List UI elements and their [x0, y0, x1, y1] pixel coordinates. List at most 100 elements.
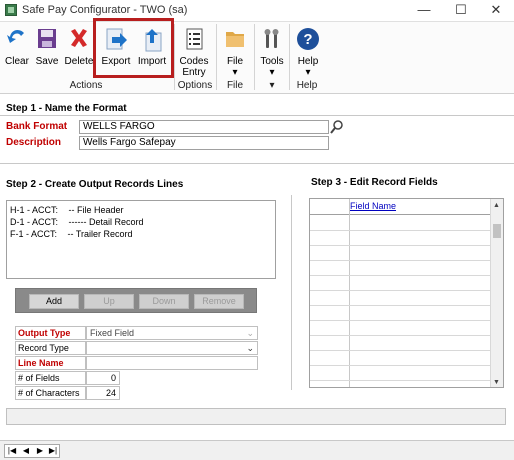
output-type-label: Output Type — [15, 326, 86, 340]
ribbon-toolbar: Clear Save Delete Export Import Codes En… — [0, 22, 514, 94]
line-name-label: Line Name — [15, 356, 86, 370]
title-bar: Safe Pay Configurator - TWO (sa) — ☐ ✕ — [0, 0, 514, 22]
help-menu-button[interactable]: ? Help ▾ — [293, 24, 323, 78]
app-icon — [5, 4, 17, 16]
scroll-down-icon[interactable]: ▼ — [493, 379, 500, 386]
main-panel: Step 1 - Name the Format Bank Format WEL… — [0, 95, 514, 435]
first-record-icon[interactable]: |◀ — [5, 445, 19, 457]
table-row[interactable] — [310, 275, 491, 276]
chevron-down-icon: ⌄ — [246, 328, 254, 338]
save-icon — [38, 29, 56, 48]
output-type-select[interactable]: Fixed Field ⌄ — [86, 326, 258, 340]
scroll-thumb[interactable] — [493, 224, 501, 238]
minimize-button[interactable]: — — [406, 0, 442, 22]
entry-label: Entry — [182, 67, 206, 78]
clear-icon — [7, 29, 24, 43]
field-name-column-header[interactable]: Field Name — [350, 201, 396, 211]
delete-button[interactable]: Delete — [64, 24, 94, 72]
column-divider — [349, 199, 350, 387]
file-group-label: File — [226, 80, 244, 91]
file-menu-button[interactable]: File ▾ — [220, 24, 250, 78]
tools-icon — [264, 29, 279, 48]
bank-format-field[interactable]: WELLS FARGO — [79, 120, 329, 134]
file-label: File — [226, 56, 244, 67]
table-row[interactable] — [310, 260, 491, 261]
record-code: D-1 - ACCT: — [10, 217, 59, 227]
codes-list-icon — [186, 28, 203, 50]
list-item[interactable]: H-1 - ACCT: -- File Header — [10, 205, 124, 215]
folder-icon — [226, 32, 244, 47]
previous-record-icon[interactable]: ◀ — [19, 445, 33, 457]
record-text: -- Trailer Record — [67, 229, 133, 239]
lookup-icon[interactable] — [330, 119, 344, 135]
bank-format-label: Bank Format — [6, 121, 68, 132]
divider — [0, 115, 514, 116]
options-group-label: Options — [177, 80, 213, 91]
num-chars-value: 24 — [86, 386, 120, 400]
svg-text:?: ? — [303, 31, 312, 48]
next-record-icon[interactable]: ▶ — [33, 445, 47, 457]
step1-heading: Step 1 - Name the Format — [6, 103, 127, 114]
highlight-box — [93, 18, 174, 78]
table-row[interactable] — [310, 320, 491, 321]
num-chars-label: # of Characters — [15, 386, 86, 400]
divider — [0, 163, 514, 164]
record-type-label: Record Type — [15, 341, 86, 355]
chevron-down-icon: ▾ — [269, 67, 275, 78]
record-buttons-strip: Add Up Down Remove — [15, 288, 257, 313]
record-code: F-1 - ACCT: — [10, 229, 58, 239]
line-name-field[interactable] — [86, 356, 258, 370]
last-record-icon[interactable]: ▶| — [46, 445, 60, 457]
record-text: -- File Header — [68, 205, 124, 215]
output-type-value: Fixed Field — [90, 328, 135, 338]
num-fields-value: 0 — [86, 371, 120, 385]
help-label: Help — [297, 56, 319, 67]
up-button[interactable]: Up — [84, 294, 134, 309]
table-row[interactable] — [310, 305, 491, 306]
clear-button[interactable]: Clear — [3, 24, 31, 72]
codes-label: Codes — [179, 56, 209, 67]
table-row[interactable] — [310, 365, 491, 366]
record-lines-list[interactable]: H-1 - ACCT: -- File Header D-1 - ACCT: -… — [6, 200, 276, 279]
vertical-scrollbar[interactable]: ▲ ▼ — [490, 199, 503, 387]
down-button[interactable]: Down — [139, 294, 189, 309]
maximize-button[interactable]: ☐ — [443, 0, 479, 22]
divider — [291, 195, 292, 390]
table-row[interactable] — [310, 380, 491, 381]
step3-heading: Step 3 - Edit Record Fields — [311, 177, 438, 188]
chevron-down-icon: ▾ — [305, 67, 311, 78]
table-row[interactable] — [310, 350, 491, 351]
table-row[interactable] — [310, 290, 491, 291]
step2-heading: Step 2 - Create Output Records Lines — [6, 179, 184, 190]
clear-label: Clear — [5, 56, 29, 67]
add-button[interactable]: Add — [29, 294, 79, 309]
record-text: ------ Detail Record — [68, 217, 144, 227]
save-button[interactable]: Save — [33, 24, 61, 72]
description-field[interactable]: Wells Fargo Safepay — [79, 136, 329, 150]
record-code: H-1 - ACCT: — [10, 205, 59, 215]
description-label: Description — [6, 137, 62, 148]
delete-icon — [71, 29, 87, 47]
table-row[interactable] — [310, 230, 491, 231]
scroll-up-icon[interactable]: ▲ — [493, 202, 500, 209]
tools-group-chevron-icon[interactable]: ▾ — [255, 80, 289, 91]
codes-entry-button[interactable]: Codes Entry — [177, 24, 211, 78]
record-type-select[interactable]: ⌄ — [86, 341, 258, 355]
record-navigation: |◀ ◀ ▶ ▶| — [4, 444, 60, 458]
chevron-down-icon: ▾ — [232, 67, 238, 78]
help-icon: ? — [297, 28, 319, 50]
table-row[interactable] — [310, 335, 491, 336]
list-item[interactable]: D-1 - ACCT: ------ Detail Record — [10, 217, 144, 227]
save-label: Save — [35, 56, 59, 67]
close-button[interactable]: ✕ — [478, 0, 514, 22]
delete-label: Delete — [64, 56, 94, 67]
tools-menu-button[interactable]: Tools ▾ — [257, 24, 287, 78]
help-group-label: Help — [296, 80, 318, 91]
remove-button[interactable]: Remove — [194, 294, 244, 309]
window-title: Safe Pay Configurator - TWO (sa) — [22, 4, 188, 16]
list-item[interactable]: F-1 - ACCT: -- Trailer Record — [10, 229, 133, 239]
status-bar — [6, 408, 506, 425]
table-header: Field Name — [310, 199, 491, 215]
table-row[interactable] — [310, 245, 491, 246]
record-fields-table[interactable]: Field Name ▲ ▼ — [309, 198, 504, 388]
